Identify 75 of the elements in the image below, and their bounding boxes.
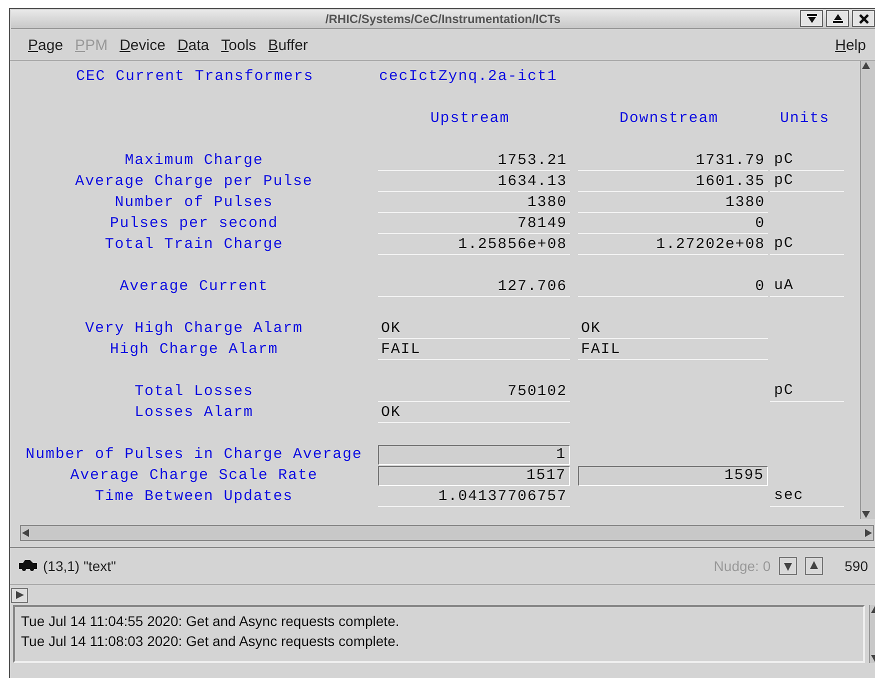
window-title: /RHIC/Systems/CeC/Instrumentation/ICTs bbox=[325, 12, 561, 26]
value-cell: 1.04137706757 bbox=[378, 487, 570, 507]
value-cell: 1753.21 bbox=[378, 151, 570, 171]
row-label: Very High Charge Alarm bbox=[85, 320, 303, 337]
value-cell: 750102 bbox=[378, 382, 570, 402]
menu-item[interactable]: Help bbox=[834, 36, 873, 54]
row-label: Losses Alarm bbox=[134, 404, 254, 421]
value-cell: 78149 bbox=[378, 214, 570, 234]
up-arrow-icon bbox=[808, 561, 819, 571]
value-cell: OK bbox=[378, 319, 570, 339]
row-label: Pulses per second bbox=[110, 215, 278, 232]
unit-cell: uA bbox=[770, 276, 844, 297]
value-cell: OK bbox=[578, 319, 768, 339]
value-cell: OK bbox=[378, 403, 570, 423]
menu-item[interactable]: Buffer bbox=[267, 36, 315, 54]
menu-item[interactable]: Tools bbox=[220, 36, 264, 54]
play-icon bbox=[14, 590, 24, 600]
scroll-down-icon bbox=[861, 509, 871, 519]
row-label: Average Current bbox=[120, 278, 268, 295]
scroll-left-icon bbox=[21, 528, 31, 538]
value-cell: 1380 bbox=[378, 193, 570, 213]
unit-cell: pC bbox=[770, 234, 844, 255]
row-label: Number of Pulses bbox=[114, 194, 274, 211]
unit-cell: pC bbox=[770, 150, 844, 171]
value-cell: 1601.35 bbox=[578, 172, 768, 192]
column-header: Upstream bbox=[429, 110, 511, 127]
row-label: Total Losses bbox=[134, 383, 254, 400]
unit-cell: pC bbox=[770, 381, 844, 402]
input-field[interactable]: 1 bbox=[378, 445, 570, 465]
row-label: Time Between Updates bbox=[94, 488, 294, 505]
unit-cell: sec bbox=[770, 486, 844, 507]
minimize-icon bbox=[806, 14, 816, 23]
input-field[interactable]: 1517 bbox=[378, 466, 570, 486]
scroll-right-icon bbox=[863, 528, 873, 538]
log-line: Tue Jul 14 11:04:55 2020: Get and Async requests complete. bbox=[21, 612, 400, 631]
input-field[interactable]: 1595 bbox=[578, 466, 768, 486]
maximize-icon bbox=[832, 14, 842, 23]
minimize-button[interactable] bbox=[800, 10, 823, 27]
value-cell: 1.27202e+08 bbox=[578, 235, 768, 255]
value-cell: 1731.79 bbox=[578, 151, 768, 171]
unit-cell: pC bbox=[770, 171, 844, 192]
menu-item[interactable]: Device bbox=[118, 36, 172, 54]
scroll-up-icon bbox=[861, 61, 871, 71]
log-line: Tue Jul 14 11:08:03 2020: Get and Async requests complete. bbox=[21, 632, 400, 651]
value-cell: 1634.13 bbox=[378, 172, 570, 192]
maximize-button[interactable] bbox=[826, 10, 849, 27]
value-cell: 127.706 bbox=[378, 277, 570, 297]
nudge-label: Nudge: 0 bbox=[714, 558, 771, 574]
column-header: Downstream bbox=[618, 110, 720, 127]
column-header: Units bbox=[779, 110, 831, 127]
value-cell: 1380 bbox=[578, 193, 768, 213]
device-name: cecIctZynq.2a-ict1 bbox=[378, 68, 558, 85]
row-label: High Charge Alarm bbox=[110, 341, 278, 358]
nudge-down-button[interactable] bbox=[778, 557, 797, 575]
value-cell: 0 bbox=[578, 277, 768, 297]
row-label: Average Charge Scale Rate bbox=[70, 467, 318, 484]
value-cell: FAIL bbox=[378, 340, 570, 360]
expand-button[interactable] bbox=[11, 588, 28, 602]
cursor-status: (13,1) "text" bbox=[43, 558, 116, 574]
value-cell: 1.25856e+08 bbox=[378, 235, 570, 255]
row-label: Average Charge per Pulse bbox=[75, 173, 313, 190]
row-label: Total Train Charge bbox=[104, 236, 284, 253]
value-cell: 0 bbox=[578, 214, 768, 234]
menu-item[interactable]: Data bbox=[176, 36, 216, 54]
panel-title: CEC Current Transformers bbox=[75, 68, 315, 85]
row-label: Number of Pulses in Charge Average bbox=[26, 446, 362, 463]
close-icon bbox=[858, 14, 868, 24]
value-cell: FAIL bbox=[578, 340, 768, 360]
car-icon bbox=[19, 560, 37, 572]
count-text: 590 bbox=[844, 558, 868, 574]
down-arrow-icon bbox=[782, 561, 793, 571]
row-label: Maximum Charge bbox=[124, 152, 264, 169]
nudge-up-button[interactable] bbox=[804, 557, 823, 575]
close-button[interactable] bbox=[852, 10, 875, 27]
menu-item[interactable]: Page bbox=[27, 36, 70, 54]
